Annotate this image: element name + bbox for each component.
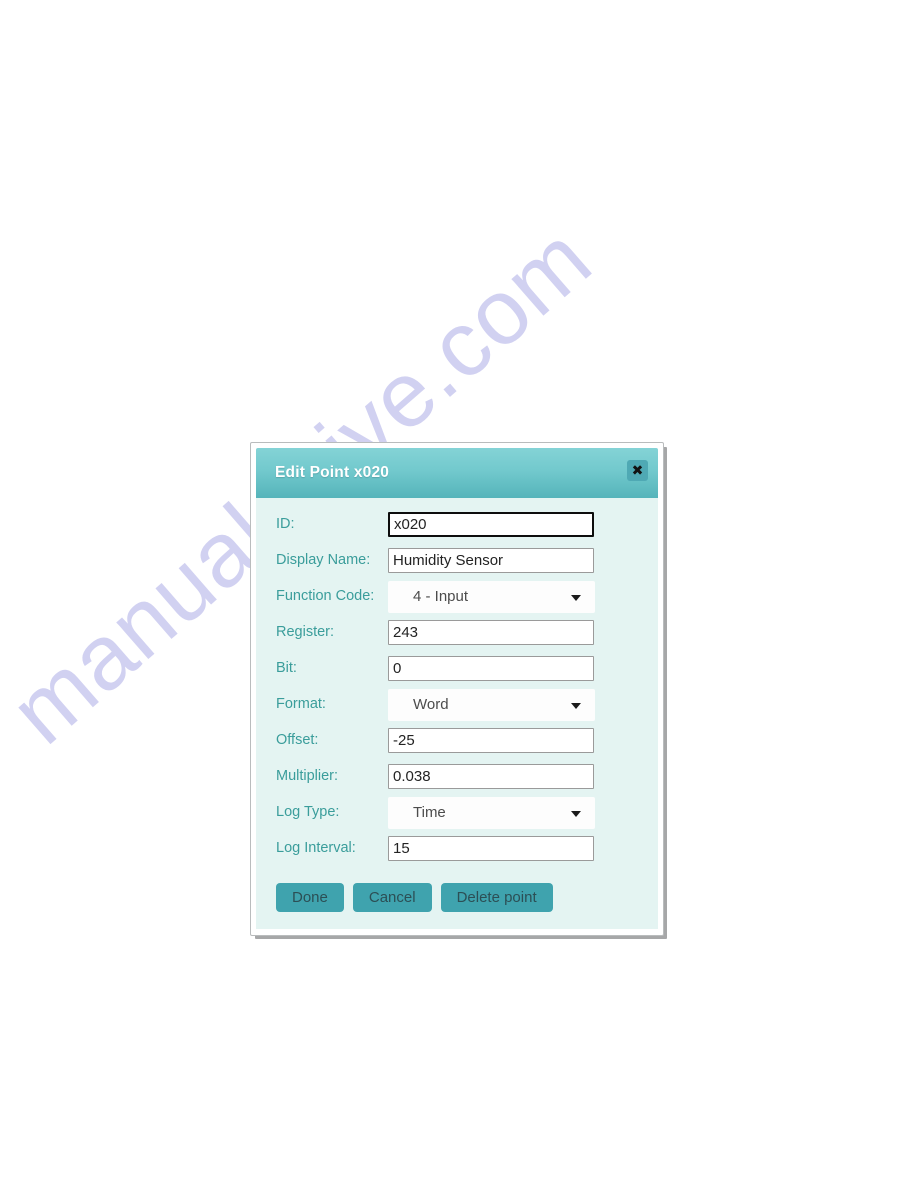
chevron-down-icon — [571, 702, 581, 709]
form-row-offset: Offset: — [256, 726, 658, 755]
form-row-display-name: Display Name: — [256, 546, 658, 575]
delete-point-button[interactable]: Delete point — [440, 883, 553, 912]
select-value-format: Word — [413, 696, 449, 713]
close-glyph: ✖ — [631, 462, 644, 479]
input-bit[interactable] — [388, 656, 594, 681]
select-function-code[interactable]: 4 - Input — [388, 580, 595, 613]
dialog-title: Edit Point x020 — [275, 464, 390, 481]
input-log-interval[interactable] — [388, 836, 594, 861]
form-row-format: Format: Word — [256, 688, 658, 721]
label-register: Register: — [276, 624, 335, 641]
edit-point-dialog: Edit Point x020 ✖ ID: Display Name: Functi… — [250, 442, 664, 936]
input-display-name[interactable] — [388, 548, 594, 573]
select-format[interactable]: Word — [388, 688, 595, 721]
label-log-interval: Log Interval: — [276, 840, 356, 857]
input-multiplier[interactable] — [388, 764, 594, 789]
form-row-id: ID: — [256, 510, 658, 539]
label-bit: Bit: — [276, 660, 297, 677]
label-format: Format: — [276, 696, 326, 713]
dialog-body: ID: Display Name: Function Code: 4 - Input R… — [256, 498, 658, 929]
form-row-register: Register: — [256, 618, 658, 647]
label-log-type: Log Type: — [276, 804, 340, 821]
cancel-button[interactable]: Cancel — [352, 883, 432, 912]
input-id[interactable] — [388, 512, 594, 537]
form-row-multiplier: Multiplier: — [256, 762, 658, 791]
form-row-log-interval: Log Interval: — [256, 834, 658, 863]
label-offset: Offset: — [276, 732, 319, 749]
select-value-function-code: 4 - Input — [413, 588, 469, 605]
chevron-down-icon — [571, 810, 581, 817]
select-log-type[interactable]: Time — [388, 796, 595, 829]
close-icon[interactable]: ✖ — [627, 460, 648, 481]
label-id: ID: — [276, 516, 295, 533]
form-row-function-code: Function Code: 4 - Input — [256, 580, 658, 613]
label-function-code: Function Code: — [276, 588, 375, 605]
form-field-list: ID: Display Name: Function Code: 4 - Input R… — [256, 510, 658, 863]
dialog-header: Edit Point x020 ✖ — [256, 448, 658, 498]
input-offset[interactable] — [388, 728, 594, 753]
label-multiplier: Multiplier: — [276, 768, 339, 785]
label-display-name: Display Name: — [276, 552, 371, 569]
form-row-log-type: Log Type: Time — [256, 796, 658, 829]
input-register[interactable] — [388, 620, 594, 645]
form-row-bit: Bit: — [256, 654, 658, 683]
chevron-down-icon — [571, 594, 581, 601]
dialog-button-bar: Done Cancel Delete point — [256, 883, 658, 912]
done-button[interactable]: Done — [276, 883, 344, 912]
select-value-log-type: Time — [413, 804, 446, 821]
